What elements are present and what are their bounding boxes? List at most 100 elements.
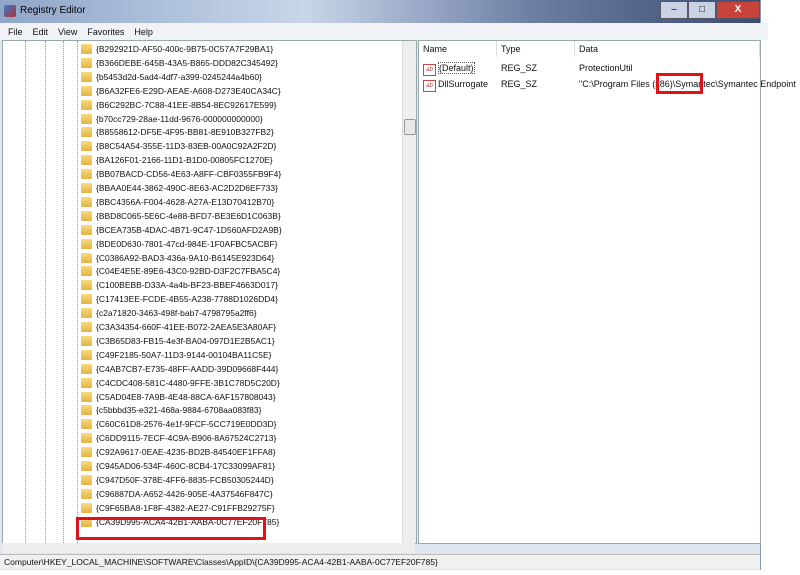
tree-item-label: {BBAA0E44-3862-490C-8E63-AC2D2D6EF733} xyxy=(96,183,278,193)
tree-item-label: {B6A32FE6-E29D-AEAE-A608-D273E40CA34C} xyxy=(96,85,281,96)
folder-icon xyxy=(81,127,92,138)
tree-item-label: {C96887DA-A652-4426-905E-4A37546F847C} xyxy=(96,488,273,499)
folder-icon xyxy=(81,169,92,180)
menu-file[interactable]: File xyxy=(8,27,23,37)
value-type: REG_SZ xyxy=(501,63,538,73)
tree-guides xyxy=(3,41,83,543)
tree-item-label: {BCEA735B-4DAC-4B71-9C47-1D560AFD2A9B} xyxy=(96,224,282,235)
values-list[interactable]: Name Type Data ab (Default) REG_SZ Protec… xyxy=(418,40,796,544)
tree-item-label: {BBD8C065-5E6C-4e88-BFD7-BE3E6D1C063B} xyxy=(96,210,281,221)
folder-icon xyxy=(81,155,92,166)
folder-icon xyxy=(81,488,92,499)
tree-item-label: {BBC4356A-F004-4628-A27A-E13D70412B70} xyxy=(96,196,275,207)
registry-editor-icon xyxy=(4,5,16,17)
folder-icon xyxy=(81,210,92,221)
tree-item-label: {C3A34354-660F-41EE-B072-2AEA5E3A80AF} xyxy=(96,322,277,332)
menu-favorites[interactable]: Favorites xyxy=(87,27,124,37)
folder-icon xyxy=(81,322,92,332)
value-name: (Default) xyxy=(438,62,475,74)
menu-help[interactable]: Help xyxy=(134,27,153,37)
window-title: Registry Editor xyxy=(20,5,86,16)
tree-vertical-scrollbar[interactable] xyxy=(402,41,416,543)
folder-icon xyxy=(81,349,92,360)
tree-item-label: {C9F65BA8-1F8F-4382-AE27-C91FFB29275F} xyxy=(96,502,275,513)
value-data: ProtectionUtil xyxy=(579,63,633,73)
tree-item-label: {C04E4E5E-89E6-43C0-92BD-D3F2C7FBA5C4} xyxy=(96,266,281,277)
tree-item-label: {B366DEBE-645B-43A5-B865-DDD82C345492} xyxy=(96,57,278,68)
column-header-type[interactable]: Type xyxy=(497,41,575,57)
tree-item-label: {b70cc729-28ae-11dd-9676-000000000000} xyxy=(96,113,263,124)
tree-item-label: {C100BEBB-D33A-4a4b-BF23-BBEF4663D017} xyxy=(96,280,278,291)
tree-item-label: {c5bbbd35-e321-468a-9884-6708aa083f83} xyxy=(96,405,262,416)
tree-item-label: {BDE0D630-7801-47cd-984E-1F0AFBC5ACBF} xyxy=(96,238,278,249)
string-value-icon: ab xyxy=(423,64,436,76)
title-bar: Registry Editor – □ X xyxy=(0,0,760,23)
folder-icon xyxy=(81,433,92,444)
tree-item-label: {B8558612-DF5E-4F95-BB81-8E910B327FB2} xyxy=(96,127,274,138)
folder-icon xyxy=(81,391,92,402)
tree-item-label: {BA126F01-2166-11D1-B1D0-00805FC1270E} xyxy=(96,155,273,166)
folder-icon xyxy=(81,183,92,193)
value-type: REG_SZ xyxy=(501,79,538,89)
folder-icon xyxy=(81,474,92,485)
tree-item-label: {C6DD9115-7ECF-4C9A-B906-8A67524C2713} xyxy=(96,433,277,444)
folder-icon xyxy=(81,335,92,346)
folder-icon xyxy=(81,405,92,416)
tree-item-label: {C4CDC408-581C-4480-9FFE-3B1C78D5C20D} xyxy=(96,377,280,388)
folder-icon xyxy=(81,308,92,319)
folder-icon xyxy=(81,224,92,235)
tree-item-label: {C60C61D8-2576-4e1f-9FCF-5CC719E0DD3D} xyxy=(96,419,277,430)
folder-icon xyxy=(81,141,92,152)
tree-item-label: {C945AD06-534F-460C-8CB4-17C33099AF81} xyxy=(96,461,276,471)
folder-icon xyxy=(81,44,92,54)
value-row[interactable]: ab (Default) REG_SZ ProtectionUtil xyxy=(419,61,760,77)
folder-icon xyxy=(81,461,92,471)
folder-icon xyxy=(81,238,92,249)
tree-horizontal-scrollbar[interactable] xyxy=(2,543,415,553)
tree-item-label: {C17413EE-FCDE-4B55-A238-7788D1026DD4} xyxy=(96,294,278,305)
folder-icon xyxy=(81,447,92,458)
string-value-icon: ab xyxy=(423,80,436,92)
folder-icon xyxy=(81,113,92,124)
tree-item-label: {B6C292BC-7C88-41EE-8B54-8EC92617E599} xyxy=(96,99,277,110)
value-name: DllSurrogate xyxy=(438,79,489,89)
scrollbar-thumb[interactable] xyxy=(404,119,416,135)
tree-item-label: {C3B65D83-FB15-4e3f-BA04-097D1E2B5AC1} xyxy=(96,335,275,346)
menu-view[interactable]: View xyxy=(58,27,77,37)
minimize-button[interactable]: – xyxy=(660,1,688,19)
tree-item-label: {b5453d2d-5ad4-4df7-a399-0245244a4b60} xyxy=(96,71,262,82)
tree-item-label: {c2a71820-3463-498f-bab7-4798795a2ff6} xyxy=(96,308,257,319)
folder-icon xyxy=(81,85,92,96)
folder-icon xyxy=(81,377,92,388)
folder-icon xyxy=(81,196,92,207)
tree-item-label: {B292921D-AF50-400c-9B75-0C57A7F29BA1} xyxy=(96,44,274,54)
symantec-highlight-box xyxy=(656,73,703,94)
value-row[interactable]: ab DllSurrogate REG_SZ "C:\Program Files … xyxy=(419,77,796,93)
tree-item-label: {C49F2185-50A7-11D3-9144-00104BA11C5E} xyxy=(96,349,272,360)
menu-edit[interactable]: Edit xyxy=(33,27,49,37)
folder-icon xyxy=(81,266,92,277)
selected-key-highlight-box xyxy=(76,517,266,540)
tree-item-label: {BB07BACD-CD56-4E63-A8FF-CBF0355FB9F4} xyxy=(96,169,282,180)
folder-icon xyxy=(81,363,92,374)
folder-icon xyxy=(81,99,92,110)
folder-icon xyxy=(81,419,92,430)
tree-item-label: {C92A9617-0EAE-4235-BD2B-84540EF1FFA8} xyxy=(96,447,276,458)
tree-item-label: {C4AB7CB7-E735-48FF-AADD-39D09668F444} xyxy=(96,363,279,374)
folder-icon xyxy=(81,71,92,82)
status-bar-path: Computer\HKEY_LOCAL_MACHINE\SOFTWARE\Cla… xyxy=(0,554,760,569)
folder-icon xyxy=(81,57,92,68)
registry-key-tree[interactable]: {B292921D-AF50-400c-9B75-0C57A7F29BA1} {B… xyxy=(2,40,417,544)
tree-item-label: {C0386A92-BAD3-436a-9A10-B6145E923D64} xyxy=(96,252,275,263)
tree-item-label: {B8C54A54-355E-11D3-83EB-00A0C92A2F2D} xyxy=(96,141,277,152)
close-button[interactable]: X xyxy=(716,1,760,19)
column-header-name[interactable]: Name xyxy=(419,41,497,57)
folder-icon xyxy=(81,280,92,291)
folder-icon xyxy=(81,252,92,263)
column-header-data[interactable]: Data xyxy=(575,41,760,57)
folder-icon xyxy=(81,502,92,513)
folder-icon xyxy=(81,294,92,305)
menu-bar: File Edit View Favorites Help xyxy=(0,23,768,40)
maximize-button[interactable]: □ xyxy=(688,1,716,19)
registry-editor-window: Registry Editor – □ X File Edit View Fav… xyxy=(0,0,796,570)
